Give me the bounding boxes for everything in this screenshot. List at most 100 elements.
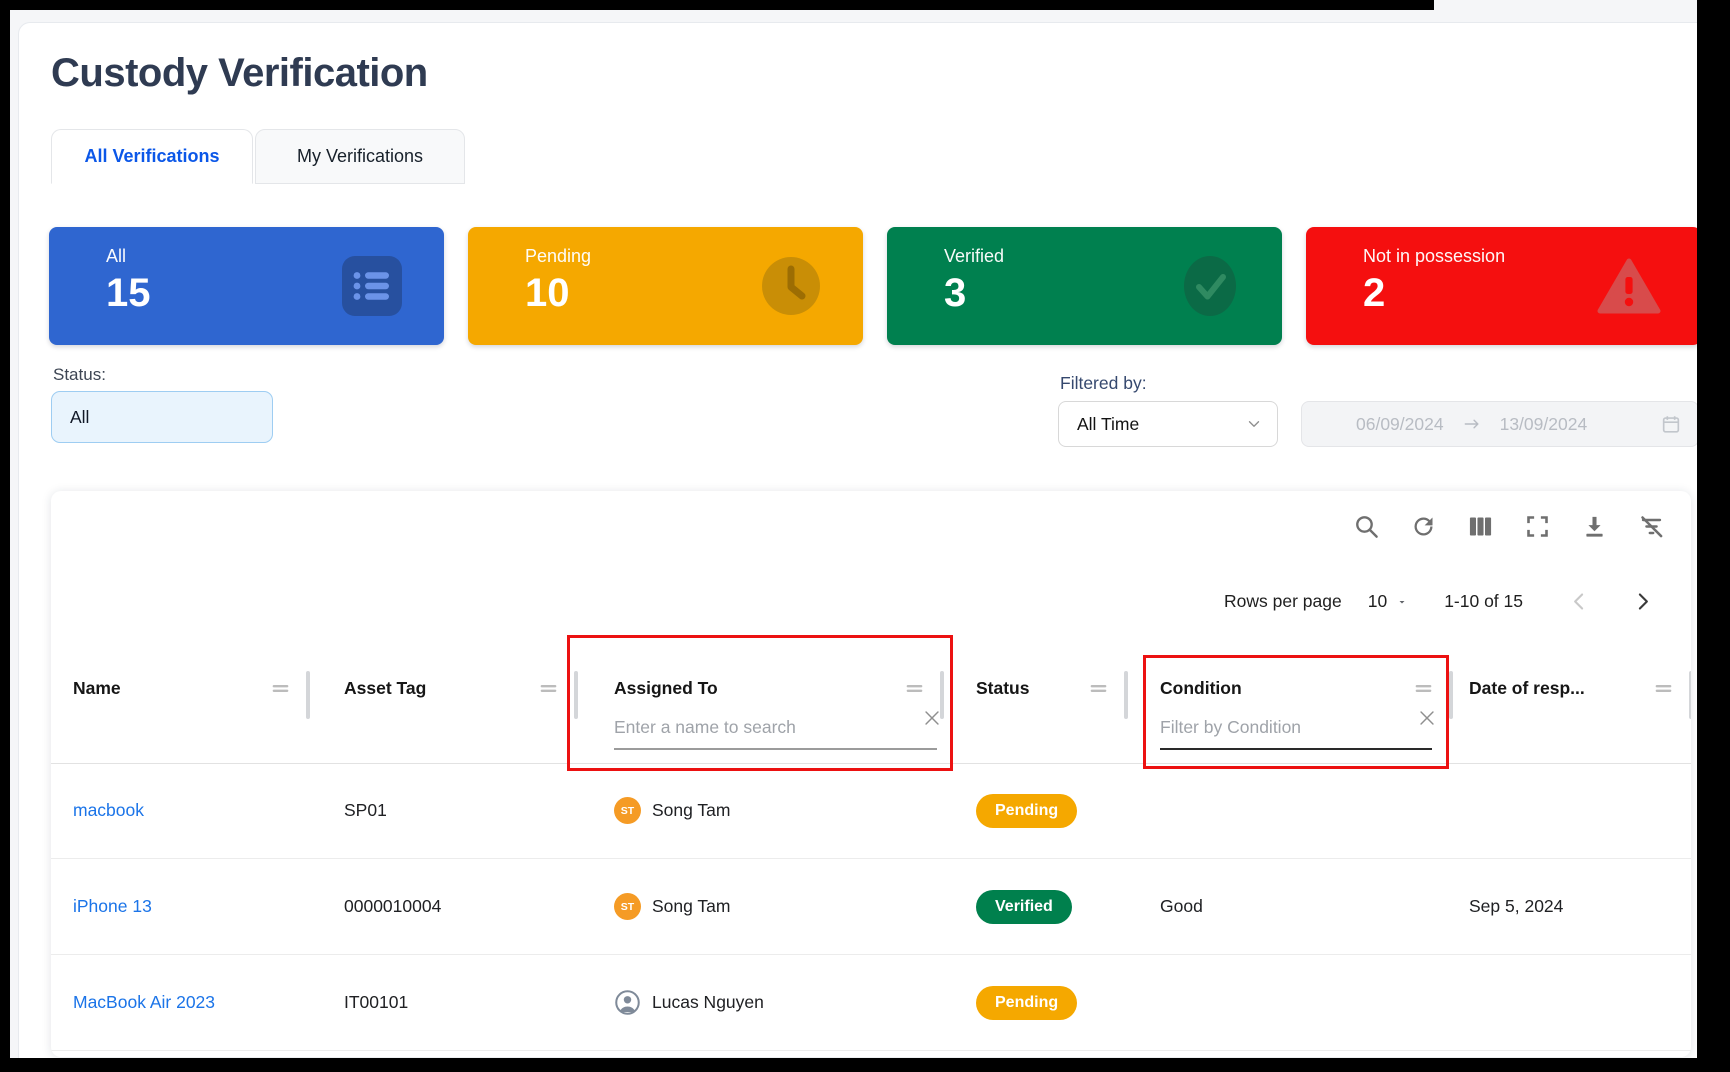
assigned-to-filter (614, 713, 937, 750)
column-header-status[interactable]: Status (942, 651, 1126, 763)
rows-per-page-value: 10 (1368, 591, 1387, 612)
column-label: Assigned To (614, 678, 718, 699)
stat-card-value: 10 (525, 271, 570, 316)
asset-link[interactable]: macbook (73, 800, 144, 821)
pagination-bar: Rows per page 10 1-10 of 15 (1224, 591, 1657, 612)
column-label: Condition (1160, 678, 1242, 699)
column-separator[interactable] (1689, 671, 1691, 719)
assigned-to-name: Song Tam (652, 800, 730, 821)
status-cell: Pending (942, 986, 1126, 1020)
stat-card-label: Verified (944, 246, 1004, 267)
condition-filter-input[interactable] (1160, 713, 1432, 750)
column-label: Name (73, 678, 121, 699)
assigned-to-cell: ST Song Tam (576, 797, 942, 824)
avatar: ST (614, 797, 641, 824)
date-range-input[interactable]: 06/09/2024 13/09/2024 (1301, 401, 1697, 447)
condition-cell: Good (1126, 896, 1451, 917)
drag-handle-icon[interactable] (1087, 677, 1110, 700)
window-chrome-bar (0, 0, 1434, 10)
drag-handle-icon[interactable] (903, 677, 926, 700)
app-background: Custody Verification All Verifications My… (10, 0, 1697, 1058)
caret-down-icon (1396, 596, 1408, 608)
table-row[interactable]: macbook SP01 ST Song Tam Pending (51, 763, 1691, 859)
asset-link[interactable]: iPhone 13 (73, 896, 152, 917)
search-icon[interactable] (1353, 513, 1380, 540)
status-select-value: All (70, 407, 89, 428)
drag-handle-icon[interactable] (1652, 677, 1675, 700)
rows-per-page-select[interactable]: 10 (1368, 591, 1408, 612)
status-badge: Verified (976, 890, 1072, 924)
main-card: Custody Verification All Verifications My… (18, 22, 1697, 1058)
list-icon (340, 254, 404, 318)
stat-card-label: Pending (525, 246, 591, 267)
tab-label: All Verifications (84, 146, 219, 167)
tab-label: My Verifications (297, 146, 423, 167)
assigned-to-filter-input[interactable] (614, 713, 937, 750)
status-badge: Pending (976, 986, 1077, 1020)
pagination-range: 1-10 of 15 (1444, 591, 1523, 612)
stat-card-not-in-possession[interactable]: Not in possession 2 (1306, 227, 1697, 345)
stat-card-all[interactable]: All15 (49, 227, 444, 345)
assigned-to-cell: ST Song Tam (576, 893, 942, 920)
condition-filter (1160, 713, 1432, 750)
column-label: Asset Tag (344, 678, 426, 699)
date-from-value: 06/09/2024 (1356, 414, 1444, 435)
stat-card-pending[interactable]: Pending 10 (468, 227, 863, 345)
column-header-asset-tag[interactable]: Asset Tag (308, 651, 576, 763)
stat-card-value: 3 (944, 271, 966, 316)
time-filter-select[interactable]: All Time (1058, 401, 1278, 447)
chevron-left-icon (1569, 591, 1590, 612)
date-to-value: 13/09/2024 (1500, 414, 1588, 435)
assigned-to-name: Song Tam (652, 896, 730, 917)
clock-icon (759, 254, 823, 318)
table-body: macbook SP01 ST Song Tam Pending iPhone 13 000… (51, 763, 1691, 1051)
refresh-icon[interactable] (1410, 513, 1437, 540)
filtered-by-label: Filtered by: (1060, 373, 1147, 394)
assigned-to-name: Lucas Nguyen (652, 992, 764, 1013)
drag-handle-icon[interactable] (269, 677, 292, 700)
previous-page-button[interactable] (1569, 591, 1590, 612)
column-header-date-of-resp[interactable]: Date of resp... (1451, 651, 1691, 763)
column-header-condition[interactable]: Condition (1126, 651, 1451, 763)
table-toolbar (1353, 513, 1665, 540)
asset-tag-cell: 0000010004 (308, 896, 576, 917)
table-row[interactable]: MacBook Air 2023IT00101Lucas NguyenPendi… (51, 955, 1691, 1051)
stat-card-value: 2 (1363, 271, 1385, 316)
columns-icon[interactable] (1467, 513, 1494, 540)
table-card: Rows per page 10 1-10 of 15 Name Asset Ta… (51, 491, 1691, 1057)
person-icon (614, 989, 641, 1016)
column-header-assigned-to[interactable]: Assigned To (576, 651, 942, 763)
next-page-button[interactable] (1632, 591, 1653, 612)
check-circle-icon (1178, 254, 1242, 318)
table-header-row: Name Asset Tag Assigned To Status Condition D… (51, 651, 1691, 764)
rows-per-page-label: Rows per page (1224, 591, 1342, 612)
clear-icon[interactable] (1416, 707, 1438, 729)
column-label: Status (976, 678, 1029, 699)
tab-bar: All Verifications My Verifications (51, 129, 465, 184)
time-filter-value: All Time (1077, 414, 1139, 435)
drag-handle-icon[interactable] (1412, 677, 1435, 700)
avatar: ST (614, 893, 641, 920)
page-title: Custody Verification (51, 51, 428, 96)
fullscreen-icon[interactable] (1524, 513, 1551, 540)
table-row[interactable]: iPhone 13 0000010004 ST Song Tam Verified Goo… (51, 859, 1691, 955)
stat-card-verified[interactable]: Verified 3 (887, 227, 1282, 345)
tab-my-verifications[interactable]: My Verifications (255, 129, 465, 184)
status-cell: Pending (942, 794, 1126, 828)
asset-tag-cell: SP01 (308, 800, 576, 821)
download-icon[interactable] (1581, 513, 1608, 540)
chevron-right-icon (1632, 591, 1653, 612)
assigned-to-cell: Lucas Nguyen (576, 989, 942, 1016)
status-select[interactable]: All (51, 391, 273, 443)
status-cell: Verified (942, 890, 1126, 924)
tab-all-verifications[interactable]: All Verifications (51, 129, 253, 184)
drag-handle-icon[interactable] (537, 677, 560, 700)
stat-card-label: All (106, 246, 126, 267)
status-filter-label: Status: (53, 365, 106, 385)
asset-link[interactable]: MacBook Air 2023 (73, 992, 215, 1013)
arrow-right-icon (1462, 414, 1482, 434)
filter-off-icon[interactable] (1638, 513, 1665, 540)
column-header-name[interactable]: Name (51, 651, 308, 763)
stat-card-label: Not in possession (1363, 246, 1505, 267)
column-label: Date of resp... (1469, 678, 1585, 699)
